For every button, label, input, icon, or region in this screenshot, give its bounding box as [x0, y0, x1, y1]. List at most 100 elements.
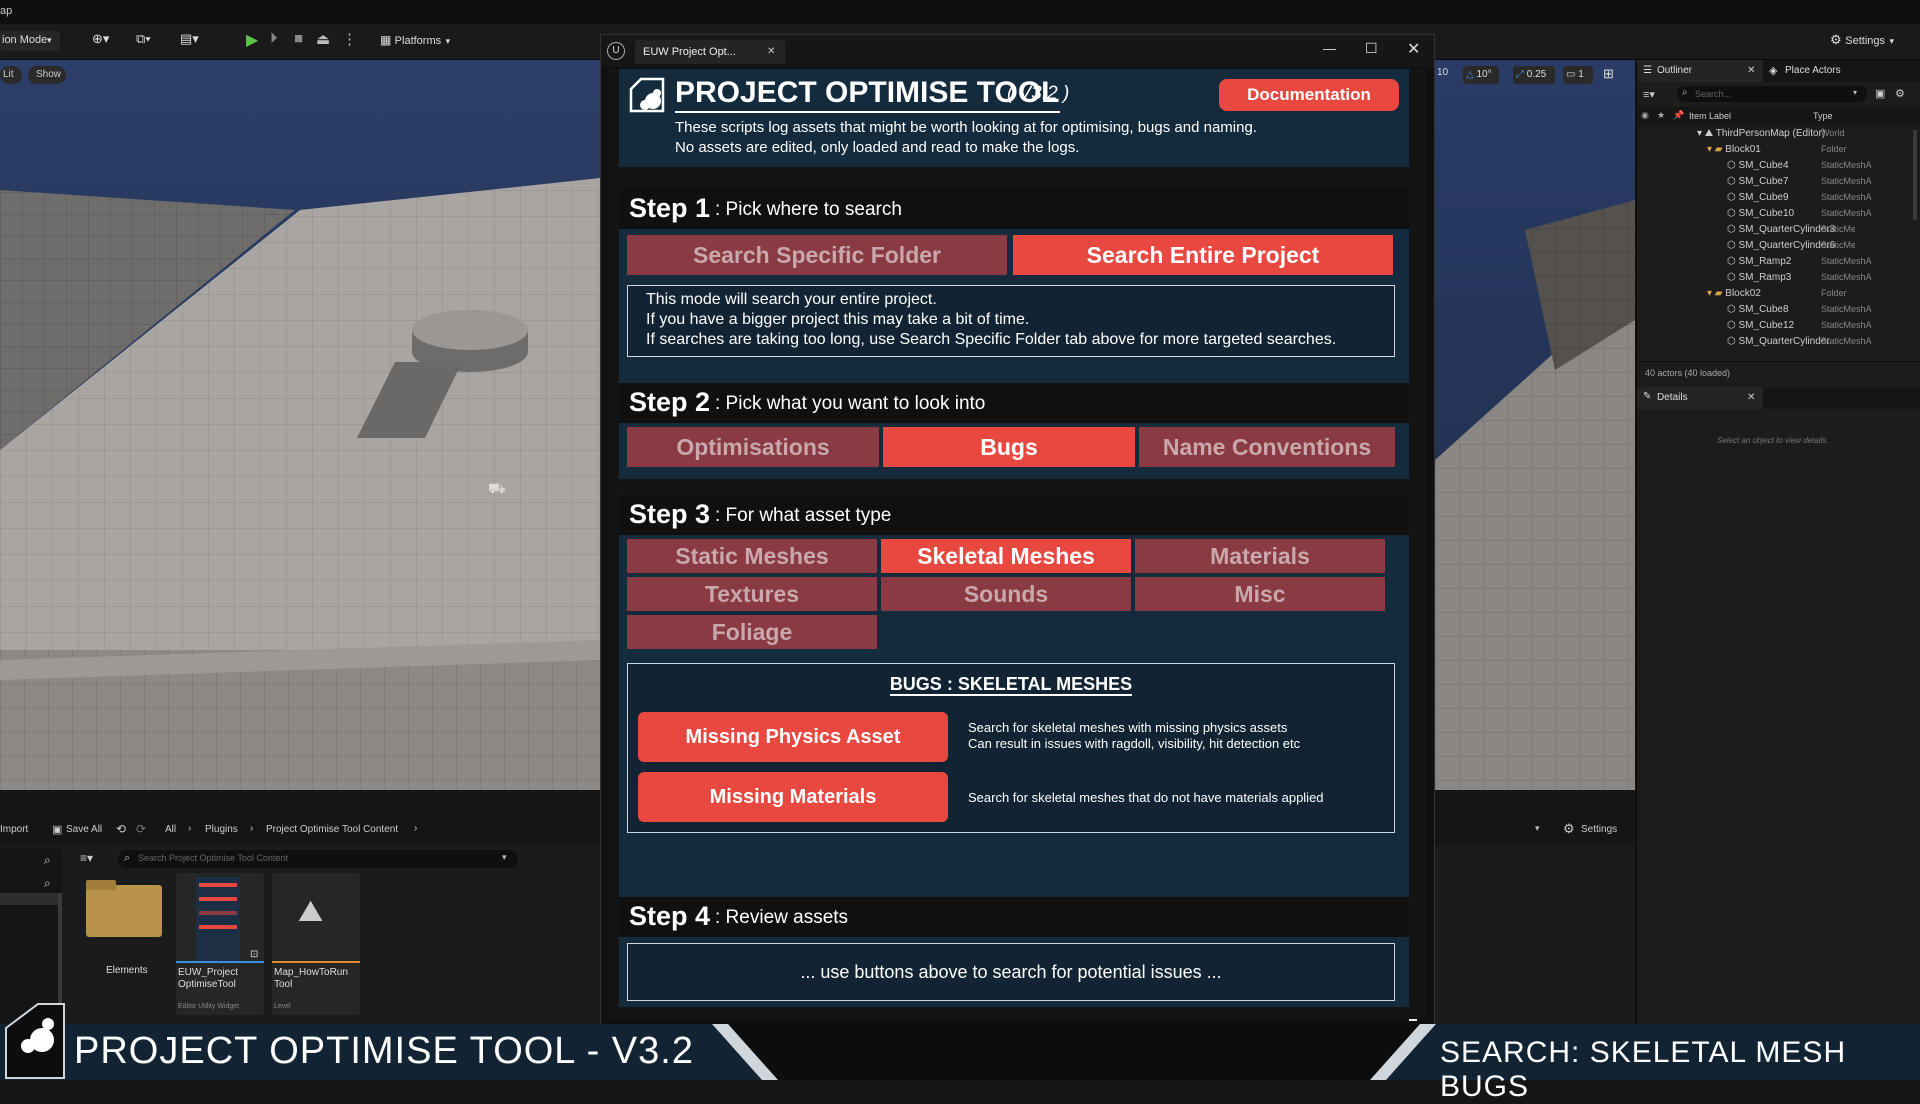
camera-speed[interactable]: ▭ 1 — [1563, 66, 1593, 84]
asset-tile[interactable]: Elements — [84, 875, 164, 995]
asset-tile[interactable]: ⛰ Map_HowToRun Tool Level — [272, 873, 360, 1015]
rotate-icon: △ — [1466, 69, 1474, 80]
materials-button[interactable]: Materials — [1135, 539, 1385, 573]
chevron-down-icon[interactable]: ▾ — [1535, 823, 1540, 834]
show-button[interactable]: Show — [28, 66, 66, 84]
gear-icon[interactable]: ⚙ — [1895, 87, 1905, 100]
bugs-button[interactable]: Bugs — [883, 427, 1135, 467]
outliner-row[interactable]: ▾ ▰ Block02 — [1707, 286, 1761, 302]
outliner-row[interactable]: ⬡ SM_Cube10 — [1727, 206, 1794, 222]
skeletal-bugs-box: BUGS : SKELETAL MESHES Missing Physics A… — [627, 663, 1395, 833]
outliner-row[interactable]: ⬡ SM_Ramp2 — [1727, 254, 1791, 270]
grid-snap-value[interactable]: 10 — [1437, 67, 1448, 78]
search-icon[interactable]: ⌕ — [44, 853, 51, 868]
filter-icon[interactable]: ≡▾ — [1643, 88, 1655, 101]
outliner-tree[interactable]: ▾ ⛰ ThirdPersonMap (Editor) World ▾ ▰ Bl… — [1637, 126, 1917, 353]
mode-dropdown[interactable]: ion Mode ▾ — [0, 31, 60, 51]
filter-icon[interactable]: ≡▾ — [80, 851, 93, 865]
outliner-search-input[interactable]: ⌕ Search... ▾ — [1677, 86, 1867, 102]
outliner-row[interactable]: ⬡ SM_QuarterCylinder — [1727, 334, 1830, 350]
tree-item[interactable] — [0, 893, 58, 905]
outliner-row[interactable]: ⬡ SM_Cube7 — [1727, 174, 1789, 190]
outliner-row[interactable]: ⬡ SM_Ramp3 — [1727, 270, 1791, 286]
textures-button[interactable]: Textures — [627, 577, 877, 611]
tab-place-actors[interactable]: ◈ Place Actors — [1765, 60, 1885, 82]
optimisations-button[interactable]: Optimisations — [627, 427, 879, 467]
missing-materials-button[interactable]: Missing Materials — [638, 772, 948, 822]
folder-add-icon[interactable]: ▣ — [1875, 87, 1885, 100]
settings-dropdown[interactable]: ⚙ Settings ▾ — [1830, 31, 1915, 51]
bottom-banner: PROJECT OPTIMISE TOOL - V3.2 SEARCH: SKE… — [0, 1003, 1920, 1103]
step-icon[interactable]: ⏵ — [270, 30, 278, 47]
minimize-icon[interactable]: — — [1323, 41, 1336, 56]
sounds-label: Sounds — [963, 580, 1049, 607]
search-folder-button[interactable]: Search Specific Folder — [627, 235, 1007, 275]
cb-search-input[interactable]: ⌕ Search Project Optimise Tool Content ▾ — [118, 850, 518, 868]
add-actor-icon[interactable]: ⊕▾ — [92, 31, 120, 51]
lit-button[interactable]: Lit — [0, 66, 22, 84]
scrollbar[interactable] — [58, 893, 62, 1013]
close-window-icon[interactable]: ✕ — [1407, 39, 1420, 59]
star-icon[interactable]: ★ — [1657, 110, 1665, 121]
cb-settings-button[interactable]: Settings — [1581, 824, 1617, 835]
platforms-dropdown[interactable]: ▦ Platforms ▾ — [380, 31, 460, 51]
outliner-row[interactable]: ▾ ▰ Block01 — [1707, 142, 1761, 158]
step1-header: Step 1 : Pick where to search — [619, 189, 1409, 229]
step4-panel: ... use buttons above to search for pote… — [619, 937, 1409, 1007]
asset-tile[interactable]: ⊡ EUW_Project OptimiseTool Editor Utilit… — [176, 873, 264, 1015]
missing-physics-button[interactable]: Missing Physics Asset — [638, 712, 948, 762]
outliner-row[interactable]: ⬡ SM_QuarterCylinder3 — [1727, 222, 1835, 238]
step2-label: : Pick what you want to look into — [715, 393, 986, 414]
sounds-button[interactable]: Sounds — [881, 577, 1131, 611]
more-icon[interactable]: ⋮ — [342, 30, 357, 48]
save-all-button[interactable]: Save All — [66, 824, 102, 835]
crumb-plugins[interactable]: Plugins — [205, 824, 238, 835]
gear-icon: ⚙ — [1830, 32, 1846, 47]
name-conventions-button[interactable]: Name Conventions — [1139, 427, 1395, 467]
outliner-row[interactable]: ⬡ SM_QuarterCylinder6 — [1727, 238, 1835, 254]
platforms-label: Platforms — [394, 35, 442, 47]
forward-icon[interactable]: ⟳ — [136, 822, 146, 836]
stop-icon[interactable]: ■ — [294, 30, 303, 47]
col-item-label[interactable]: Item Label — [1689, 111, 1731, 121]
dialog-tab[interactable]: EUW Project Opt... ✕ — [635, 40, 785, 64]
crumb-all[interactable]: All — [165, 824, 176, 835]
rotation-snap[interactable]: △ 10° — [1463, 66, 1499, 84]
outliner-row[interactable]: ▾ ⛰ ThirdPersonMap (Editor) — [1697, 126, 1825, 142]
back-icon[interactable]: ⟲ — [116, 822, 126, 836]
chevron-down-icon: ▾ — [47, 35, 52, 45]
outliner-row[interactable]: ⬡ SM_Cube8 — [1727, 302, 1789, 318]
outliner-row[interactable]: ⬡ SM_Cube9 — [1727, 190, 1789, 206]
close-icon[interactable]: ✕ — [1747, 392, 1755, 403]
blueprint-icon[interactable]: ⧉▾ — [136, 31, 166, 51]
crumb-folder[interactable]: Project Optimise Tool Content — [266, 824, 398, 835]
scrollbar[interactable] — [1913, 130, 1917, 220]
static-meshes-button[interactable]: Static Meshes — [627, 539, 877, 573]
import-button[interactable]: Import — [0, 824, 28, 835]
tab-outliner[interactable]: ☰ Outliner ✕ — [1637, 60, 1763, 82]
eject-icon[interactable]: ⏏ — [316, 30, 330, 48]
col-type[interactable]: Type — [1813, 111, 1833, 121]
tab-details[interactable]: ✎ Details ✕ — [1637, 387, 1763, 409]
maximize-icon[interactable]: ☐ — [1365, 40, 1378, 57]
level-viewport[interactable]: Lit Show ⛟ — [0, 60, 600, 790]
search-entire-button[interactable]: Search Entire Project — [1013, 235, 1393, 275]
layout-icon[interactable]: ⊞ — [1603, 66, 1614, 82]
misc-button[interactable]: Misc — [1135, 577, 1385, 611]
step1-info: This mode will search your entire projec… — [627, 285, 1395, 357]
outliner-row[interactable]: ⬡ SM_Cube12 — [1727, 318, 1794, 334]
skeletal-meshes-button[interactable]: Skeletal Meshes — [881, 539, 1131, 573]
outliner-row[interactable]: ⬡ SM_Cube4 — [1727, 158, 1789, 174]
foliage-button[interactable]: Foliage — [627, 615, 877, 649]
cinematics-icon[interactable]: ▤▾ — [180, 31, 210, 51]
pin-icon[interactable]: 📌 — [1673, 110, 1684, 121]
search-icon[interactable]: ⌕ — [44, 876, 51, 891]
eye-icon[interactable]: ◉ — [1641, 110, 1649, 121]
chevron-right-icon: › — [250, 823, 254, 834]
close-icon[interactable]: ✕ — [1747, 65, 1755, 76]
close-icon[interactable]: ✕ — [767, 46, 775, 57]
play-icon[interactable]: ▶ — [246, 30, 258, 50]
scale-snap[interactable]: ⤢ 0.25 — [1513, 66, 1555, 84]
viewport-right[interactable]: 10 △ 10° ⤢ 0.25 ▭ 1 ⊞ — [1435, 60, 1635, 790]
documentation-button[interactable]: Documentation — [1219, 79, 1399, 111]
